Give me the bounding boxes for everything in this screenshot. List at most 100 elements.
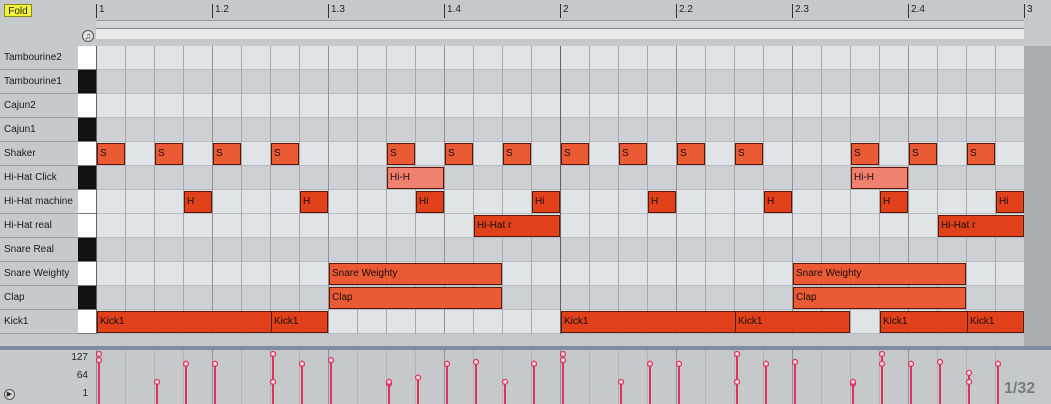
velocity-handle	[849, 378, 857, 385]
velocity-handle	[96, 357, 103, 364]
headphones-icon[interactable]: ♫	[82, 30, 94, 42]
midi-note[interactable]: S	[503, 143, 531, 165]
velocity-editor[interactable]	[96, 350, 1024, 404]
midi-note[interactable]: Snare Weighty	[793, 263, 966, 285]
midi-note[interactable]: S	[155, 143, 183, 165]
piano-key[interactable]	[78, 286, 96, 310]
ruler-tick-label: 1.2	[215, 4, 229, 15]
grid-line	[763, 46, 764, 334]
loop-brace[interactable]	[96, 28, 1024, 39]
midi-note[interactable]: S	[851, 143, 879, 165]
ruler-tick-label: 3	[1027, 4, 1033, 15]
lane-label[interactable]: Snare Real	[0, 238, 78, 262]
piano-key[interactable]	[78, 70, 96, 94]
ruler-tick	[560, 4, 561, 18]
ruler-tick-label: 2.3	[795, 4, 809, 15]
play-icon[interactable]: ▶	[4, 389, 15, 400]
piano-key[interactable]	[78, 142, 96, 166]
midi-note[interactable]: S	[561, 143, 589, 165]
midi-note[interactable]: Kick1	[967, 311, 1024, 333]
midi-note[interactable]: H	[300, 191, 328, 213]
velocity-axis-label: 127	[71, 352, 88, 363]
midi-note[interactable]: S	[677, 143, 705, 165]
midi-note[interactable]: Kick1	[735, 311, 850, 333]
velocity-handle	[443, 360, 451, 367]
piano-key[interactable]	[78, 262, 96, 286]
velocity-handle	[994, 360, 1002, 367]
lane-label[interactable]: Cajun2	[0, 94, 78, 118]
ruler-tick-label: 1	[99, 4, 105, 15]
midi-note[interactable]: Hi-H	[851, 167, 908, 189]
piano-key[interactable]	[78, 166, 96, 190]
midi-note[interactable]: Snare Weighty	[329, 263, 502, 285]
midi-note[interactable]: Hi-Hat r	[938, 215, 1024, 237]
piano-key[interactable]	[78, 118, 96, 142]
grid-line	[531, 46, 532, 334]
lane-label[interactable]: Snare Weighty	[0, 262, 78, 286]
piano-key[interactable]	[78, 238, 96, 262]
lane-label[interactable]: Kick1	[0, 310, 78, 334]
lane-label[interactable]: Clap	[0, 286, 78, 310]
velocity-handle	[965, 378, 973, 385]
midi-note[interactable]: S	[619, 143, 647, 165]
velocity-handle	[878, 360, 886, 367]
piano-key[interactable]	[78, 190, 96, 214]
lane-label[interactable]: Hi-Hat machine	[0, 190, 78, 214]
lane-label[interactable]: Tambourine2	[0, 46, 78, 70]
lane-label[interactable]: Shaker	[0, 142, 78, 166]
grid-line	[502, 46, 503, 334]
ruler-tick	[444, 4, 445, 18]
velocity-axis-label: 64	[76, 370, 88, 381]
grid-resolution-label[interactable]: 1/32	[1004, 380, 1035, 398]
midi-note[interactable]: Hi-Hat r	[474, 215, 560, 237]
velocity-handle	[762, 360, 770, 367]
ruler-tick-label: 2	[563, 4, 569, 15]
midi-note[interactable]: S	[271, 143, 299, 165]
lane-label[interactable]: Tambourine1	[0, 70, 78, 94]
midi-note[interactable]: S	[387, 143, 415, 165]
fold-button[interactable]: Fold	[4, 4, 32, 17]
lane-label[interactable]: Hi-Hat Click	[0, 166, 78, 190]
velocity-handle	[559, 350, 567, 358]
piano-key[interactable]	[78, 310, 96, 334]
piano-key[interactable]	[78, 46, 96, 70]
midi-note[interactable]: Hi-H	[387, 167, 444, 189]
loop-brace-bar[interactable]	[96, 20, 1024, 39]
lane-label[interactable]: Hi-Hat real	[0, 214, 78, 238]
grid-line	[618, 46, 619, 334]
velocity-chart[interactable]	[96, 350, 1024, 404]
velocity-handle	[617, 378, 625, 385]
grid-line	[734, 46, 735, 334]
midi-note[interactable]: H	[648, 191, 676, 213]
velocity-handle	[965, 369, 973, 376]
grid-line	[154, 46, 155, 334]
piano-key[interactable]	[78, 214, 96, 238]
note-grid[interactable]: S S S S S S S S S S S S S S Hi-H Hi-H H H Hi Hi H H H Hi Hi-Hat …	[96, 46, 1024, 334]
lane-label[interactable]: Cajun1	[0, 118, 78, 142]
midi-note[interactable]: Clap	[793, 287, 966, 309]
midi-note[interactable]: Hi	[532, 191, 560, 213]
midi-note[interactable]: Kick1	[271, 311, 328, 333]
velocity-handle	[211, 360, 219, 367]
ruler-tick	[96, 4, 97, 18]
midi-note[interactable]: Hi	[996, 191, 1024, 213]
ruler-tick-label: 2.2	[679, 4, 693, 15]
midi-note[interactable]: S	[213, 143, 241, 165]
beat-ruler[interactable]: 1 1.2 1.3 1.4 2 2.2 2.3 2.4 3	[96, 2, 1033, 18]
piano-key[interactable]	[78, 94, 96, 118]
velocity-handle	[733, 350, 741, 358]
midi-note[interactable]: S	[735, 143, 763, 165]
ruler-tick	[328, 4, 329, 18]
midi-note[interactable]: H	[764, 191, 792, 213]
midi-note[interactable]: S	[445, 143, 473, 165]
midi-note[interactable]: S	[967, 143, 995, 165]
midi-note[interactable]: Hi	[416, 191, 444, 213]
midi-note[interactable]: H	[184, 191, 212, 213]
midi-note[interactable]: S	[97, 143, 125, 165]
right-scroll-strip[interactable]	[1024, 46, 1051, 348]
ruler-tick	[908, 4, 909, 18]
midi-note[interactable]: H	[880, 191, 908, 213]
midi-note[interactable]: Clap	[329, 287, 502, 309]
ruler-tick	[792, 4, 793, 18]
midi-note[interactable]: S	[909, 143, 937, 165]
